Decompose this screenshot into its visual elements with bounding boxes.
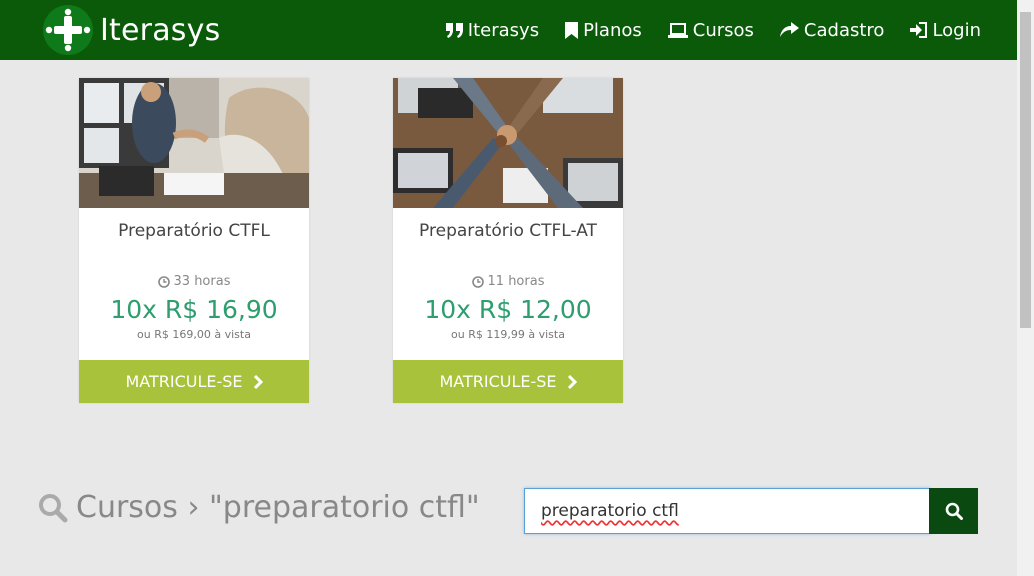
chevron-right-icon — [253, 374, 263, 389]
course-cash-price: ou R$ 119,99 à vista — [451, 328, 565, 341]
search-query: preparatorio ctfl — [541, 501, 679, 521]
search-heading-text: Cursos › "preparatorio ctfl" — [76, 490, 480, 525]
course-card: Preparatório CTFL 33 horas 10x R$ 16,90 … — [79, 78, 309, 403]
search-icon — [39, 493, 68, 522]
course-price: 10x R$ 12,00 — [424, 295, 592, 324]
search-input[interactable]: preparatorio ctfl — [524, 488, 930, 534]
logo-icon — [43, 5, 93, 55]
course-title[interactable]: Preparatório CTFL — [79, 221, 309, 241]
search-icon — [945, 502, 963, 520]
sign-in-icon — [910, 22, 928, 38]
clock-icon — [157, 275, 170, 288]
nav-links: Iterasys Planos Cursos Cadastro Login — [420, 0, 981, 60]
course-duration: 33 horas — [79, 274, 309, 289]
nav-label: Cadastro — [803, 19, 885, 41]
course-card: Preparatório CTFL-AT 11 horas 10x R$ 12,… — [393, 78, 623, 403]
nav-link-planos[interactable]: Planos — [565, 20, 642, 41]
search-results-heading: Cursos › "preparatorio ctfl" — [38, 490, 480, 525]
laptop-icon — [667, 22, 688, 38]
enroll-button-label: MATRICULE-SE — [439, 372, 557, 391]
quote-icon — [445, 22, 463, 38]
nav-link-cadastro[interactable]: Cadastro — [779, 19, 885, 41]
course-image-teamwork[interactable] — [393, 78, 623, 208]
clock-icon — [471, 275, 484, 288]
nav-label: Login — [932, 19, 981, 41]
nav-link-iterasys[interactable]: Iterasys — [445, 19, 540, 41]
course-image-handshake[interactable] — [79, 78, 309, 208]
course-cash-price: ou R$ 169,00 à vista — [137, 328, 251, 341]
page-scrollbar[interactable] — [1017, 0, 1034, 576]
enroll-button[interactable]: MATRICULE-SE — [79, 360, 309, 403]
nav-label: Cursos — [692, 19, 754, 41]
course-title[interactable]: Preparatório CTFL-AT — [393, 221, 623, 241]
nav-label: Planos — [583, 19, 642, 41]
brand[interactable]: Iterasys — [43, 5, 220, 55]
enroll-button-label: MATRICULE-SE — [125, 372, 243, 391]
nav-label: Iterasys — [467, 19, 540, 41]
top-navbar: Iterasys Iterasys Planos Cursos Cadastro… — [0, 0, 1017, 60]
course-hours: 11 horas — [487, 274, 545, 289]
scrollbar-thumb[interactable] — [1020, 12, 1031, 328]
brand-name: Iterasys — [100, 12, 221, 48]
search-button[interactable] — [929, 488, 978, 534]
bookmark-icon — [565, 21, 579, 39]
nav-link-cursos[interactable]: Cursos — [667, 19, 754, 41]
course-hours: 33 horas — [173, 274, 231, 289]
enroll-button[interactable]: MATRICULE-SE — [393, 360, 623, 403]
chevron-right-icon — [567, 374, 577, 389]
course-price: 10x R$ 16,90 — [110, 295, 278, 324]
course-duration: 11 horas — [393, 274, 623, 289]
nav-link-login[interactable]: Login — [910, 20, 981, 41]
share-icon — [779, 22, 799, 37]
